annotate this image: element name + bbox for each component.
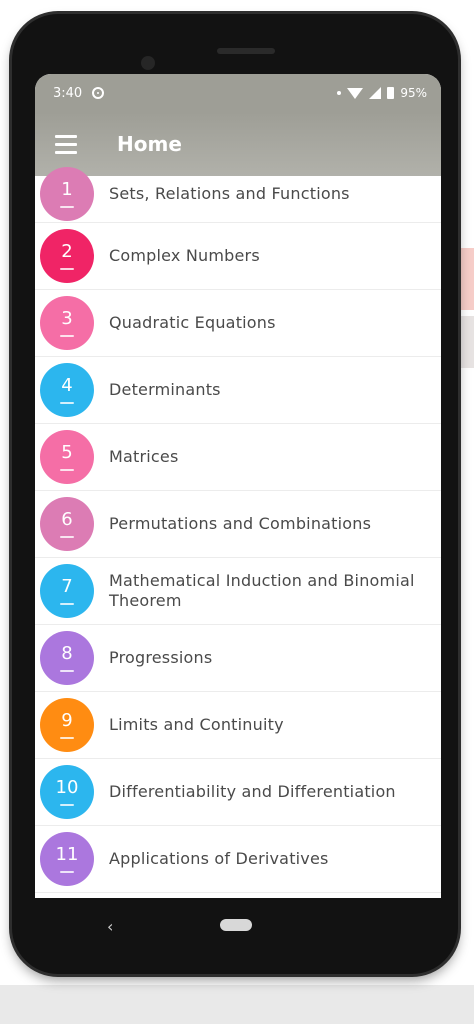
list-item[interactable]: 10 Differentiability and Differentiation — [35, 759, 441, 826]
badge-underline — [60, 871, 74, 873]
battery-icon — [387, 87, 395, 99]
chapter-title: Permutations and Combinations — [109, 514, 372, 533]
badge-underline — [60, 670, 74, 672]
badge-underline — [60, 804, 74, 806]
battery-percent: 95% — [400, 86, 427, 100]
chapter-number: 10 — [55, 777, 79, 798]
chapter-number-badge: 10 — [40, 765, 94, 819]
home-pill-icon[interactable] — [220, 919, 252, 931]
chapter-number: 6 — [61, 509, 73, 530]
badge-underline — [60, 469, 74, 471]
chapter-title: Quadratic Equations — [109, 313, 276, 332]
chapter-number-badge: 5 — [40, 430, 94, 484]
dot-icon — [337, 91, 342, 95]
badge-underline — [60, 206, 74, 208]
badge-underline — [60, 536, 74, 538]
list-item[interactable]: 8 Progressions — [35, 625, 441, 692]
chapter-number: 7 — [61, 576, 73, 597]
list-item[interactable]: 3 Quadratic Equations — [35, 290, 441, 357]
badge-underline — [60, 402, 74, 404]
front-camera — [141, 56, 155, 70]
list-item[interactable]: 5 Matrices — [35, 424, 441, 491]
background-strip — [458, 316, 474, 368]
list-item[interactable]: 4 Determinants — [35, 357, 441, 424]
chapter-number-badge: 2 — [40, 229, 94, 283]
badge-underline — [60, 268, 74, 270]
chapter-number: 1 — [61, 179, 73, 200]
chapter-number: 3 — [61, 308, 73, 329]
list-item[interactable]: 7 Mathematical Induction and Binomial The… — [35, 558, 441, 625]
back-triangle-icon[interactable]: ‹ — [107, 917, 113, 936]
chapter-number: 4 — [61, 375, 73, 396]
gps-icon — [92, 87, 105, 99]
chapter-number-badge: 7 — [40, 564, 94, 618]
chapter-number: 11 — [55, 844, 79, 865]
chapter-number-badge: 6 — [40, 497, 94, 551]
list-item[interactable]: 6 Permutations and Combinations — [35, 491, 441, 558]
chapter-title: Complex Numbers — [109, 246, 260, 265]
badge-underline — [60, 603, 74, 605]
chapter-number-badge: 11 — [40, 832, 94, 886]
chapter-title: Differentiability and Differentiation — [109, 782, 396, 801]
chapter-number-badge: 9 — [40, 698, 94, 752]
chapter-list: 1 Sets, Relations and Functions 2 Complex N… — [35, 166, 441, 893]
chapter-title: Sets, Relations and Functions — [109, 184, 350, 203]
hamburger-menu-icon[interactable] — [55, 134, 77, 154]
speaker-grille — [217, 48, 275, 54]
chapter-number-badge: 4 — [40, 363, 94, 417]
page-title: Home — [117, 132, 182, 156]
list-item[interactable]: 11 Applications of Derivatives — [35, 826, 441, 893]
background-strip — [458, 248, 474, 310]
background-floor — [0, 985, 474, 1024]
chapter-title: Mathematical Induction and Binomial Theo… — [109, 571, 415, 610]
signal-icon — [369, 87, 382, 99]
badge-underline — [60, 737, 74, 739]
status-bar: 3:40 95% — [35, 74, 441, 112]
chapter-number: 9 — [61, 710, 73, 731]
status-time: 3:40 — [53, 85, 83, 101]
badge-underline — [60, 335, 74, 337]
chapter-number-badge: 1 — [40, 167, 94, 221]
chapter-number: 2 — [61, 241, 73, 262]
list-item[interactable]: 2 Complex Numbers — [35, 223, 441, 290]
list-item[interactable]: 9 Limits and Continuity — [35, 692, 441, 759]
list-item[interactable]: 1 Sets, Relations and Functions — [35, 166, 441, 223]
chapter-number: 5 — [61, 442, 73, 463]
wifi-icon — [347, 87, 364, 99]
screen: 3:40 95% Home 1 Sets, Relations and Funct… — [35, 74, 441, 898]
chapter-number-badge: 8 — [40, 631, 94, 685]
chapter-title: Applications of Derivatives — [109, 849, 329, 868]
chapter-title: Determinants — [109, 380, 221, 399]
navigation-bar: ‹ — [35, 898, 441, 952]
chapter-title: Matrices — [109, 447, 179, 466]
chapter-number: 8 — [61, 643, 73, 664]
chapter-title: Limits and Continuity — [109, 715, 284, 734]
chapter-title: Progressions — [109, 648, 213, 667]
chapter-number-badge: 3 — [40, 296, 94, 350]
